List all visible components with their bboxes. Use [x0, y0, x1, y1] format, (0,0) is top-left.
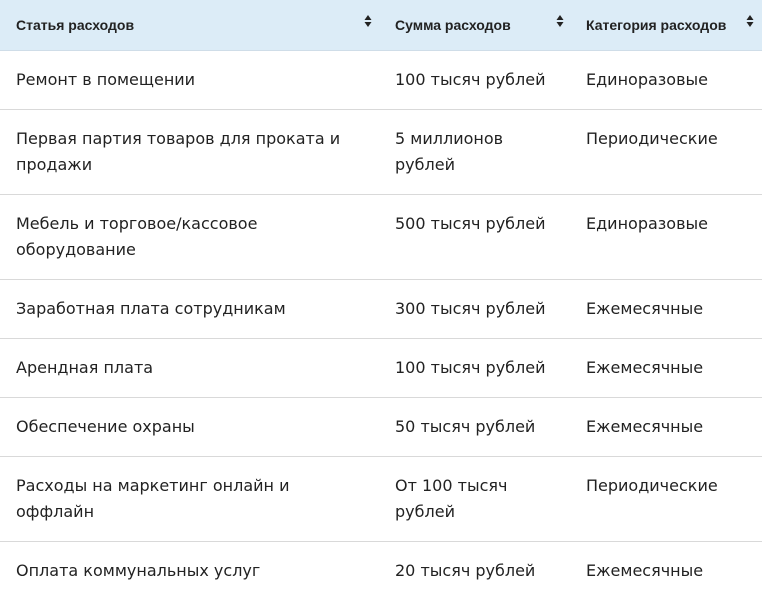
sort-icon[interactable] — [556, 14, 564, 28]
table-row: Обеспечение охраны 50 тысяч рублей Ежеме… — [0, 398, 762, 457]
cell-item: Мебель и торговое/кассовое оборудование — [16, 214, 258, 259]
table-row: Арендная плата 100 тысяч рублей Ежемесяч… — [0, 339, 762, 398]
column-header-amount[interactable]: Сумма расходов — [395, 0, 511, 50]
cell-amount: От 100 тысяч рублей — [395, 476, 508, 521]
cell-category: Периодические — [586, 476, 718, 495]
column-header-label: Статья расходов — [16, 17, 135, 33]
cell-category: Ежемесячные — [586, 561, 704, 580]
cell-category: Ежемесячные — [586, 358, 704, 377]
sort-icon[interactable] — [746, 14, 754, 28]
cell-item: Заработная плата сотрудникам — [16, 299, 286, 318]
column-header-label: Сумма расходов — [395, 17, 511, 33]
cell-amount: 50 тысяч рублей — [395, 417, 536, 436]
cell-category: Периодические — [586, 129, 718, 148]
sort-icon[interactable] — [364, 14, 372, 28]
cell-amount: 300 тысяч рублей — [395, 299, 546, 318]
cell-category: Единоразовые — [586, 214, 708, 233]
column-header-item[interactable]: Статья расходов — [16, 0, 134, 50]
cell-amount: 20 тысяч рублей — [395, 561, 536, 580]
cell-amount: 500 тысяч рублей — [395, 214, 546, 233]
cell-item: Расходы на маркетинг онлайн и оффлайн — [16, 476, 290, 521]
column-header-label: Категория расходов — [586, 17, 727, 33]
cell-item: Ремонт в помещении — [16, 70, 196, 89]
cell-category: Единоразовые — [586, 70, 708, 89]
cell-amount: 5 миллионов рублей — [395, 129, 504, 174]
column-header-category[interactable]: Категория расходов — [586, 0, 726, 50]
cell-amount: 100 тысяч рублей — [395, 358, 546, 377]
cell-item: Арендная плата — [16, 358, 154, 377]
cell-category: Ежемесячные — [586, 417, 704, 436]
expenses-table: Статья расходов Сумма расходов Категория… — [0, 0, 762, 593]
table-row: Заработная плата сотрудникам 300 тысяч р… — [0, 280, 762, 339]
table-header: Статья расходов Сумма расходов Категория… — [0, 0, 762, 51]
table-row: Расходы на маркетинг онлайн и оффлайн От… — [0, 457, 762, 542]
table-row: Ремонт в помещении 100 тысяч рублей Един… — [0, 51, 762, 110]
cell-amount: 100 тысяч рублей — [395, 70, 546, 89]
table-row: Первая партия товаров для проката и прод… — [0, 110, 762, 195]
cell-category: Ежемесячные — [586, 299, 704, 318]
cell-item: Оплата коммунальных услуг — [16, 561, 261, 580]
cell-item: Первая партия товаров для проката и прод… — [16, 129, 341, 174]
table-row: Мебель и торговое/кассовое оборудование … — [0, 195, 762, 280]
table-row: Оплата коммунальных услуг 20 тысяч рубле… — [0, 542, 762, 593]
cell-item: Обеспечение охраны — [16, 417, 195, 436]
